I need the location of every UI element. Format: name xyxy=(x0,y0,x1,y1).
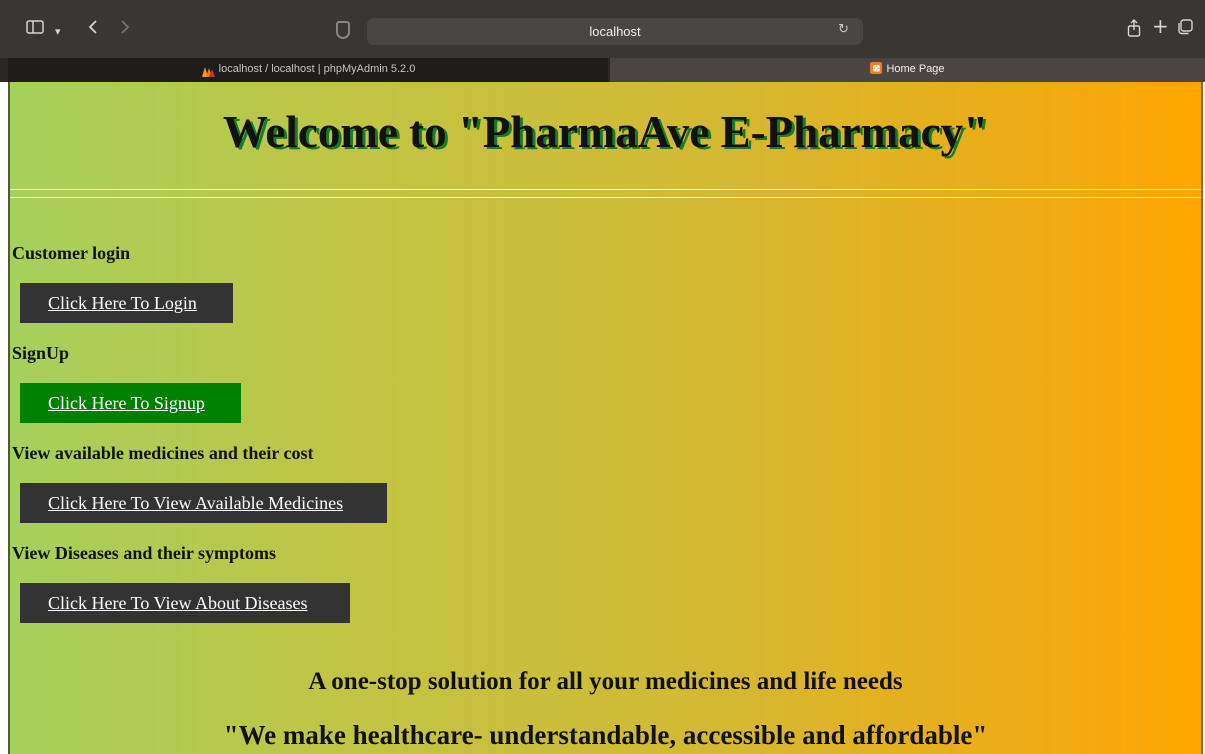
chevron-down-icon[interactable]: ▾ xyxy=(55,22,61,42)
page-title: Welcome to "PharmaAve E-Pharmacy" xyxy=(222,107,989,157)
signup-button[interactable]: Click Here To Signup xyxy=(20,383,241,423)
browser-toolbar: ▾ localhost ↻ + xyxy=(0,0,1205,58)
plus-icon[interactable]: + xyxy=(1152,16,1169,36)
view-diseases-button[interactable]: Click Here To View About Diseases xyxy=(20,583,350,623)
phpmyadmin-icon xyxy=(201,63,215,77)
tabs-overview-icon[interactable] xyxy=(1177,19,1193,40)
signup-label: SignUp xyxy=(12,343,70,363)
xampp-icon: ⊠ xyxy=(870,62,883,75)
customer-login-label: Customer login xyxy=(12,243,131,263)
divider xyxy=(10,189,1201,190)
medicines-label: View available medicines and their cost xyxy=(12,443,314,463)
tab-title: localhost / localhost | phpMyAdmin 5.2.0 xyxy=(218,63,416,75)
divider xyxy=(10,197,1201,198)
back-icon[interactable] xyxy=(87,19,99,40)
tab-title: Home Page xyxy=(886,63,945,75)
view-medicines-button[interactable]: Click Here To View Available Medicines xyxy=(20,483,387,523)
sidebar-icon[interactable] xyxy=(26,19,44,40)
tagline: A one-stop solution for all your medicin… xyxy=(308,668,903,695)
tab-home-page[interactable]: ⊠ Home Page xyxy=(610,58,1205,82)
address-bar[interactable]: localhost ↻ xyxy=(367,18,863,45)
page-content: Welcome to "PharmaAve E-Pharmacy" Custom… xyxy=(8,82,1203,754)
shield-icon[interactable] xyxy=(336,21,350,39)
tab-phpmyadmin[interactable]: localhost / localhost | phpMyAdmin 5.2.0 xyxy=(8,58,608,82)
tab-bar: localhost / localhost | phpMyAdmin 5.2.0… xyxy=(0,58,1205,82)
login-button[interactable]: Click Here To Login xyxy=(20,283,233,323)
diseases-label: View Diseases and their symptoms xyxy=(12,543,276,563)
share-icon[interactable] xyxy=(1127,19,1141,42)
motto: "We make healthcare- understandable, acc… xyxy=(223,720,988,750)
url-text[interactable]: localhost xyxy=(367,18,863,45)
forward-icon[interactable] xyxy=(119,19,131,40)
reload-icon[interactable]: ↻ xyxy=(838,22,849,37)
